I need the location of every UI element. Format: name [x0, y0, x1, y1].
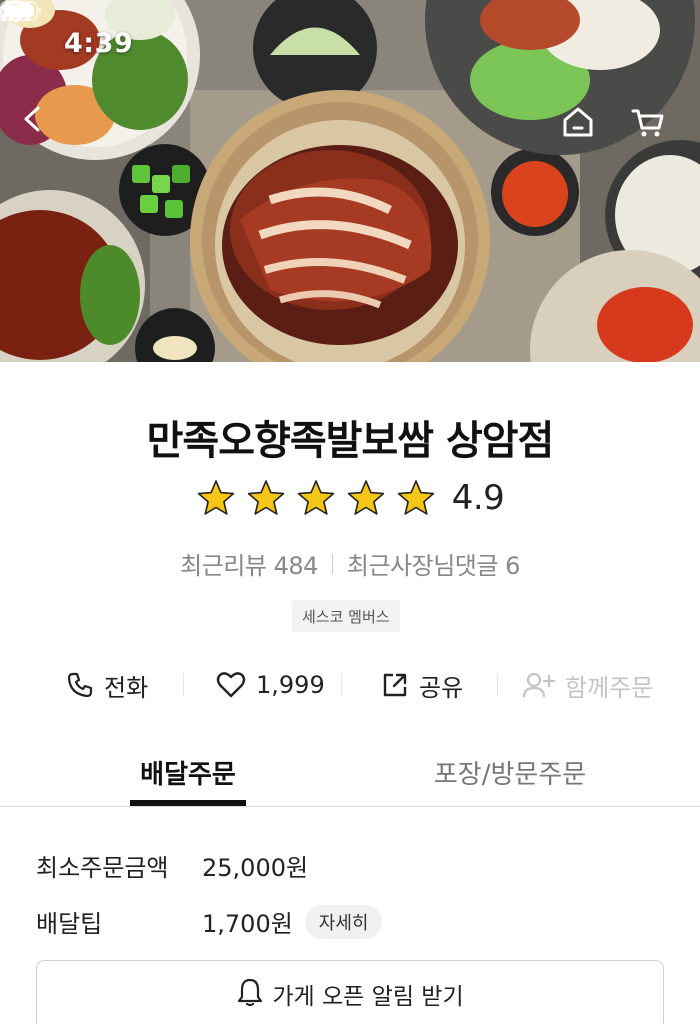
call-label: 전화 [104, 673, 149, 702]
home-button[interactable] [560, 104, 608, 152]
store-name: 만족오향족발보쌈 상암점 [146, 418, 555, 464]
bell-icon [238, 978, 263, 1007]
tab-pickup[interactable]: 포장/방문주문 [420, 740, 600, 806]
share-icon [383, 673, 407, 697]
group-order-button[interactable]: 함께주문 [523, 662, 653, 708]
star-icon [397, 480, 434, 515]
star-icon [347, 480, 384, 515]
delivery-tip-row: 배달팁 1,700원 자세히 [36, 904, 383, 939]
recent-reviews-link[interactable]: 최근리뷰 484 [180, 546, 318, 581]
delivery-tip-label: 배달팁 [36, 910, 103, 938]
cart-icon [631, 109, 664, 137]
add-person-icon [523, 672, 555, 698]
share-label: 공유 [419, 673, 464, 702]
review-summary: 최근리뷰 484 최근사장님댓글 6 [0, 546, 700, 581]
back-button[interactable] [18, 104, 66, 152]
rating-row: 4.9 [0, 478, 700, 518]
store-open-notify-button[interactable]: 가게 오픈 알림 받기 [36, 960, 664, 1024]
like-button[interactable]: 1,999 [216, 662, 325, 708]
star-icon [297, 480, 334, 515]
tab-delivery[interactable]: 배달주문 [130, 740, 246, 806]
min-order-value: 25,000원 [202, 854, 309, 882]
share-button[interactable]: 공유 [381, 662, 463, 708]
delivery-tip-value: 1,700원 [202, 910, 293, 938]
min-order-row: 최소주문금액 25,000원 [36, 848, 308, 883]
divider [341, 674, 342, 696]
delivery-tip-detail-button[interactable]: 자세히 [304, 904, 383, 939]
phone-icon [67, 672, 93, 698]
store-hero-image: 4:39 [0, 0, 700, 362]
status-bar: 4:39 [0, 0, 700, 90]
rating-value: 4.9 [451, 478, 505, 518]
like-count: 1,999 [256, 671, 325, 699]
rating-stars [196, 478, 436, 518]
group-order-label: 함께주문 [565, 673, 654, 702]
battery-icon [0, 1, 41, 21]
star-icon [247, 480, 284, 515]
cart-button[interactable] [630, 104, 678, 152]
star-icon [197, 480, 234, 515]
min-order-label: 최소주문금액 [36, 854, 169, 882]
back-arrow-icon [24, 106, 40, 132]
order-type-tabs: 배달주문 포장/방문주문 [0, 740, 700, 807]
cesco-member-badge: 세스코 멤버스 [292, 600, 400, 632]
owner-replies-link[interactable]: 최근사장님댓글 6 [347, 546, 520, 581]
status-time: 4:39 [64, 28, 134, 59]
call-button[interactable]: 전화 [66, 662, 148, 708]
divider [497, 674, 498, 696]
notify-label: 가게 오픈 알림 받기 [272, 984, 464, 1010]
home-icon [563, 107, 593, 137]
divider [331, 553, 333, 574]
heart-icon [216, 672, 246, 698]
divider [183, 674, 184, 696]
